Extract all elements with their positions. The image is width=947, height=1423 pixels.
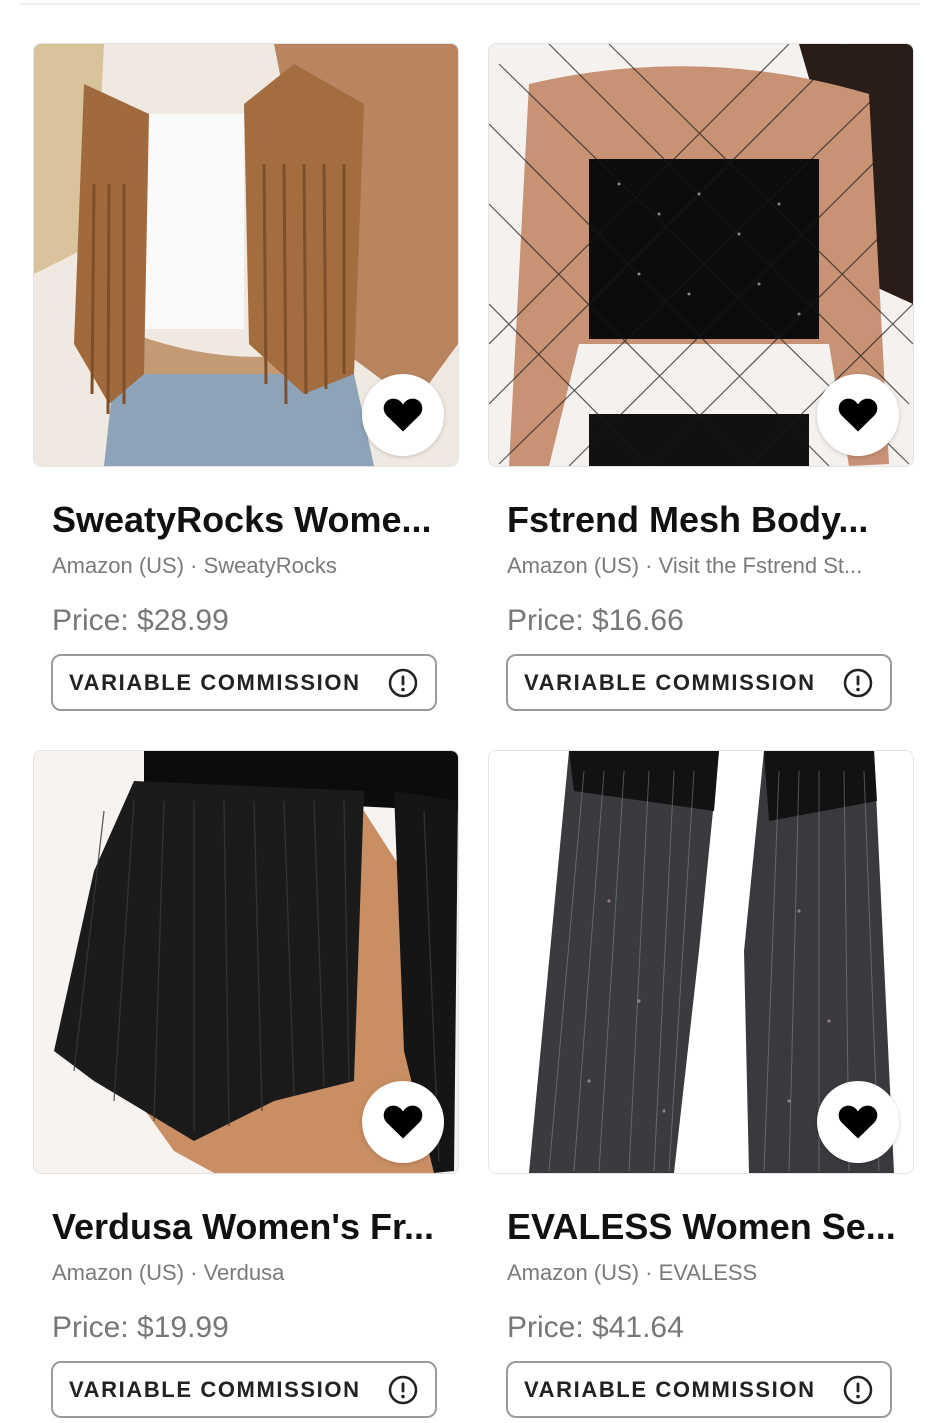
product-grid: SweatyRocks Wome... Amazon (US) · Sweaty… <box>33 43 914 1423</box>
product-price: Price: $41.64 <box>507 1311 684 1344</box>
product-source: Amazon (US) · Verdusa <box>52 1260 285 1285</box>
favorite-button[interactable] <box>817 374 899 456</box>
info-icon[interactable] <box>387 1374 419 1406</box>
product-source: Amazon (US) · Visit the Fstrend St... <box>507 553 863 578</box>
heart-icon <box>838 1105 878 1139</box>
commission-label: VARIABLE COMMISSION <box>69 669 361 695</box>
commission-label: VARIABLE COMMISSION <box>69 1376 361 1402</box>
product-card[interactable]: Fstrend Mesh Body... Amazon (US) · Visit… <box>488 43 914 716</box>
product-image[interactable] <box>33 43 459 467</box>
info-icon[interactable] <box>842 667 874 699</box>
product-title[interactable]: EVALESS Women Se... <box>507 1205 907 1249</box>
product-title[interactable]: SweatyRocks Wome... <box>52 498 452 542</box>
info-icon[interactable] <box>842 1374 874 1406</box>
product-card[interactable]: Verdusa Women's Fr... Amazon (US) · Verd… <box>33 750 459 1423</box>
product-title[interactable]: Verdusa Women's Fr... <box>52 1205 452 1249</box>
heart-icon <box>383 1105 423 1139</box>
info-icon[interactable] <box>387 667 419 699</box>
commission-button[interactable]: VARIABLE COMMISSION <box>506 654 892 711</box>
commission-label: VARIABLE COMMISSION <box>524 669 816 695</box>
product-price: Price: $19.99 <box>52 1311 229 1344</box>
commission-button[interactable]: VARIABLE COMMISSION <box>51 654 437 711</box>
favorite-button[interactable] <box>362 374 444 456</box>
product-price: Price: $16.66 <box>507 604 684 637</box>
commission-button[interactable]: VARIABLE COMMISSION <box>506 1361 892 1418</box>
product-image[interactable] <box>488 750 914 1174</box>
favorite-button[interactable] <box>362 1081 444 1163</box>
product-source: Amazon (US) · SweatyRocks <box>52 553 337 578</box>
product-title[interactable]: Fstrend Mesh Body... <box>507 498 907 542</box>
heart-icon <box>383 398 423 432</box>
product-image[interactable] <box>33 750 459 1174</box>
heart-icon <box>838 398 878 432</box>
product-source: Amazon (US) · EVALESS <box>507 1260 758 1285</box>
commission-label: VARIABLE COMMISSION <box>524 1376 816 1402</box>
product-card[interactable]: EVALESS Women Se... Amazon (US) · EVALES… <box>488 750 914 1423</box>
product-image[interactable] <box>488 43 914 467</box>
top-divider <box>20 3 920 5</box>
product-card[interactable]: SweatyRocks Wome... Amazon (US) · Sweaty… <box>33 43 459 716</box>
commission-button[interactable]: VARIABLE COMMISSION <box>51 1361 437 1418</box>
product-price: Price: $28.99 <box>52 604 229 637</box>
favorite-button[interactable] <box>817 1081 899 1163</box>
